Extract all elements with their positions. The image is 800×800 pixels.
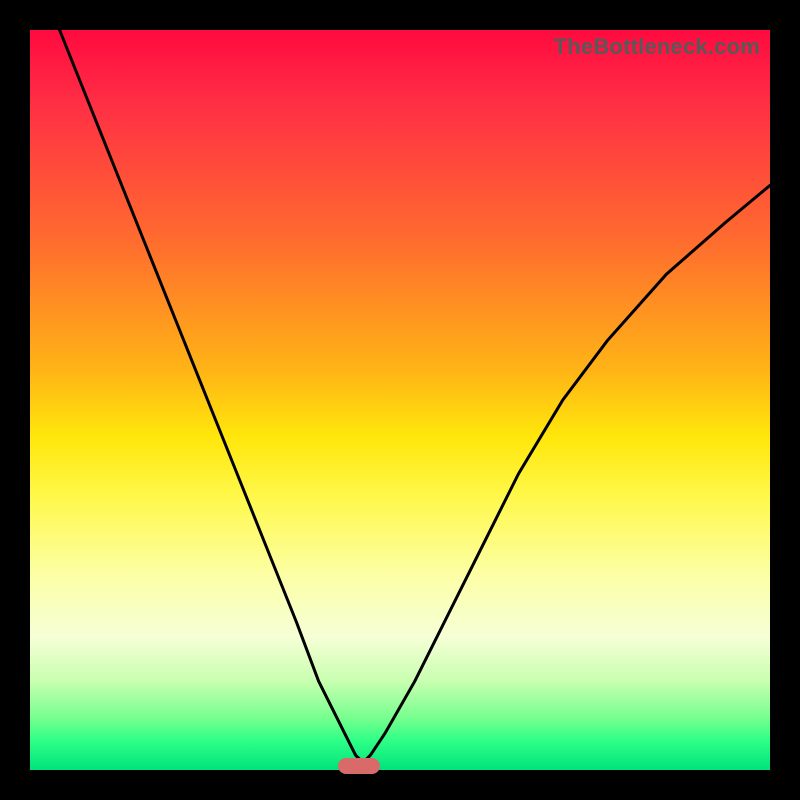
minimum-marker (338, 758, 380, 774)
bottleneck-curve (30, 30, 770, 770)
chart-frame: TheBottleneck.com (0, 0, 800, 800)
plot-area: TheBottleneck.com (30, 30, 770, 770)
curve-path (30, 0, 770, 763)
